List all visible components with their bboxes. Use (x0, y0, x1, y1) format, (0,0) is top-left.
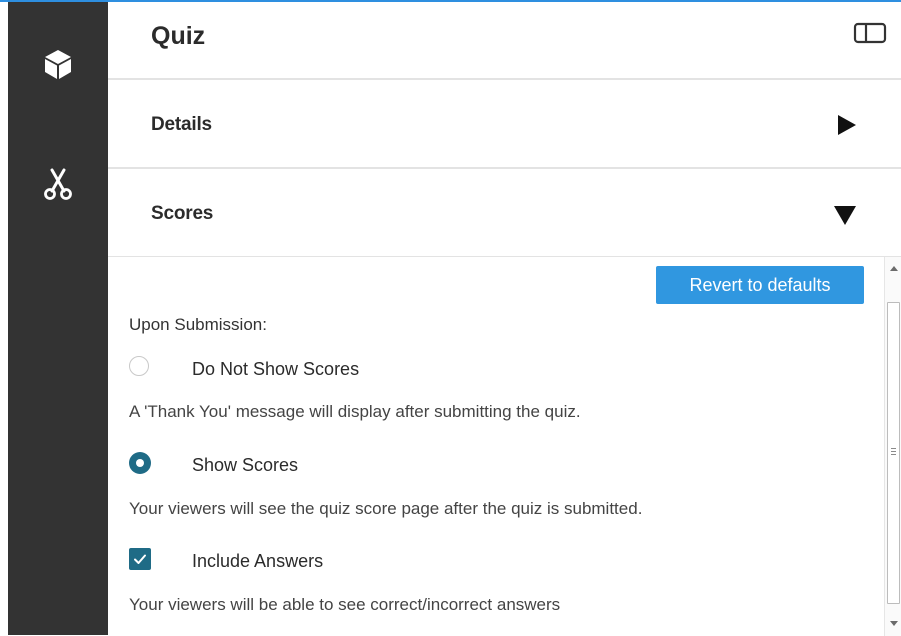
scores-section-header[interactable]: Scores (108, 167, 901, 257)
triangle-down-icon (834, 206, 856, 225)
radio-show-scores[interactable] (129, 452, 151, 474)
option-label: Do Not Show Scores (192, 358, 360, 379)
grip-line (891, 454, 896, 455)
include-answers-checkbox[interactable] (129, 548, 151, 570)
option-label: Include Answers (192, 550, 324, 571)
side-rail (8, 2, 108, 635)
upon-submission-label: Upon Submission: (129, 315, 267, 334)
radio-do-not-show-scores[interactable] (129, 356, 149, 376)
panel-layout-icon[interactable] (853, 22, 887, 44)
panel-header: Quiz (108, 2, 901, 78)
option-description: Your viewers will be able to see correct… (129, 595, 561, 614)
option-label: Show Scores (192, 454, 299, 475)
grip-line (891, 448, 896, 449)
scroll-up-arrow-icon[interactable] (890, 266, 898, 271)
scores-label: Scores (151, 203, 214, 224)
page-title: Quiz (151, 22, 206, 50)
scroll-down-arrow-icon[interactable] (890, 621, 898, 626)
scores-section-body: Revert to defaults Upon Submission: Do N… (108, 256, 901, 636)
option-description: A 'Thank You' message will display after… (129, 402, 581, 421)
quiz-panel: Quiz Details Scores Revert to defaults U… (108, 2, 901, 636)
option-description: Your viewers will see the quiz score pag… (129, 499, 643, 518)
revert-to-defaults-button[interactable]: Revert to defaults (656, 266, 864, 304)
grip-line (891, 451, 896, 452)
scroll-thumb[interactable] (887, 302, 900, 604)
rail-item-cube[interactable] (8, 34, 108, 94)
cube-icon (45, 50, 71, 79)
rail-item-scissors[interactable] (8, 154, 108, 214)
checkmark-icon (134, 554, 146, 564)
scissors-icon (44, 168, 72, 200)
details-section-header[interactable]: Details (108, 78, 901, 168)
details-label: Details (151, 114, 212, 135)
vertical-scrollbar[interactable] (884, 257, 901, 636)
triangle-right-icon (838, 115, 856, 135)
